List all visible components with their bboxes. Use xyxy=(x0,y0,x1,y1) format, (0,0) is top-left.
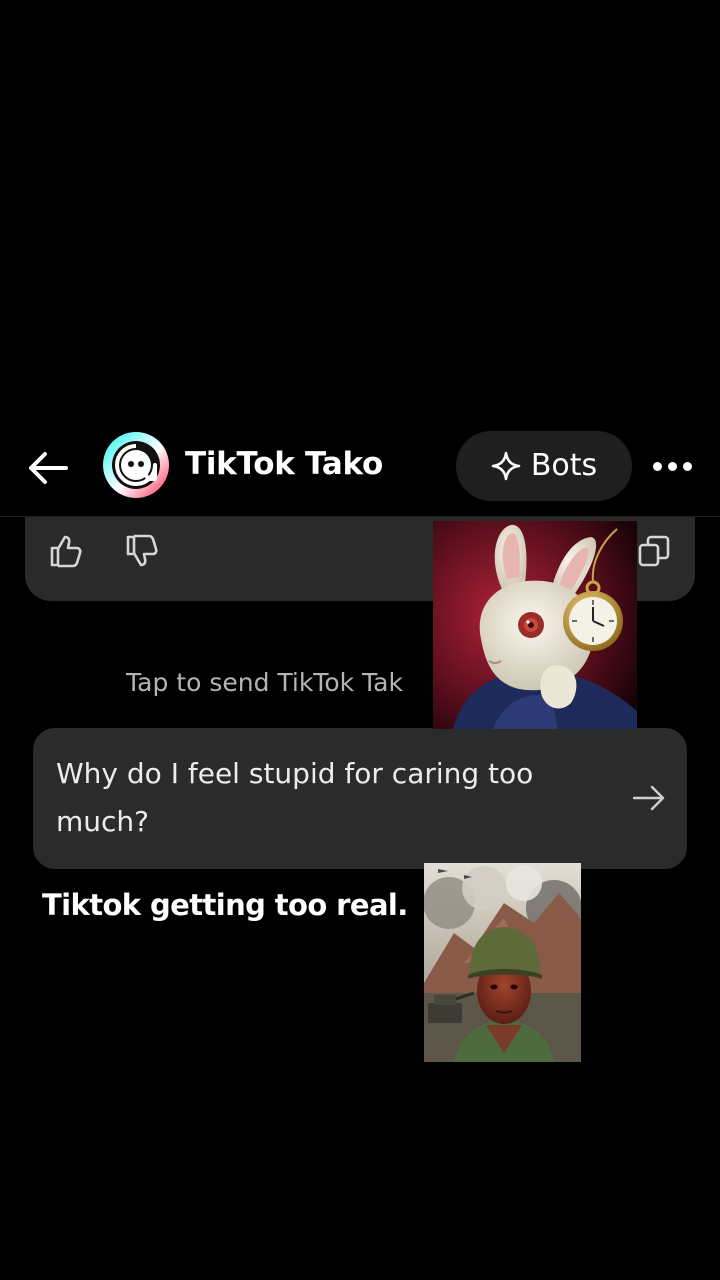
more-options-button[interactable] xyxy=(646,444,698,488)
tap-to-send-hint: Tap to send TikTok Tak xyxy=(126,668,403,697)
bots-button[interactable]: Bots xyxy=(456,431,632,501)
top-bar: TikTok Tako Bots xyxy=(0,420,720,517)
white-rabbit-painting xyxy=(433,521,637,729)
copy-button[interactable] xyxy=(630,527,678,575)
tiktok-tako-logo xyxy=(103,432,169,498)
soldier-painting xyxy=(424,863,581,1062)
app-title: TikTok Tako xyxy=(185,446,383,482)
thumbs-down-icon xyxy=(126,534,158,567)
suggested-prompt-text: Why do I feel stupid for caring too much… xyxy=(56,757,534,838)
like-button[interactable] xyxy=(42,527,90,575)
arrow-right-icon xyxy=(632,785,665,811)
back-button[interactable] xyxy=(22,442,74,494)
dislike-button[interactable] xyxy=(118,527,166,575)
video-caption: Tiktok getting too real. xyxy=(42,888,408,922)
bots-label: Bots xyxy=(530,448,598,483)
thumbs-up-icon xyxy=(50,535,82,568)
more-dots-icon xyxy=(650,461,695,471)
sparkle-icon xyxy=(491,451,521,481)
arrow-left-icon xyxy=(29,452,68,484)
copy-icon xyxy=(638,535,670,567)
suggested-prompt[interactable]: Why do I feel stupid for caring too much… xyxy=(33,728,687,869)
